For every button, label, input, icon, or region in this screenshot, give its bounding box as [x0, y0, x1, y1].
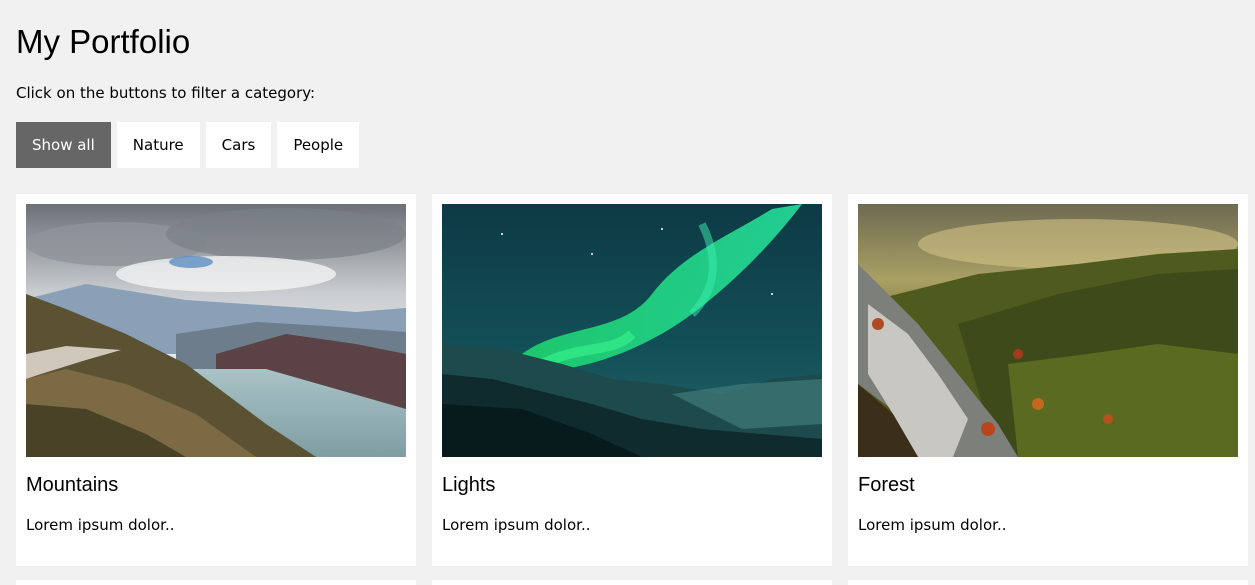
portfolio-page: My Portfolio Click on the buttons to fil… — [0, 0, 1255, 585]
portfolio-grid: Mountains Lorem ipsum dolor.. Lights Lor… — [16, 194, 1248, 566]
northern-lights-image — [442, 204, 822, 457]
card-description: Lorem ipsum dolor.. — [858, 516, 1007, 534]
filter-instructions: Click on the buttons to filter a categor… — [16, 84, 316, 102]
portfolio-card-lights: Lights Lorem ipsum dolor.. — [432, 194, 832, 566]
mountains-image — [26, 204, 406, 457]
portfolio-card-mountains: Mountains Lorem ipsum dolor.. — [16, 194, 416, 566]
portfolio-card-forest: Forest Lorem ipsum dolor.. — [848, 194, 1248, 566]
card-partial — [16, 580, 416, 585]
filter-people-button[interactable]: People — [277, 122, 360, 168]
filter-show-all-button[interactable]: Show all — [16, 122, 111, 168]
filter-button-bar: Show all Nature Cars People — [16, 122, 360, 168]
card-description: Lorem ipsum dolor.. — [26, 516, 175, 534]
card-description: Lorem ipsum dolor.. — [442, 516, 591, 534]
page-title: My Portfolio — [16, 23, 191, 60]
card-partial — [848, 580, 1248, 585]
card-partial — [432, 580, 832, 585]
forest-image — [858, 204, 1238, 457]
filter-nature-button[interactable]: Nature — [116, 122, 200, 168]
card-title: Lights — [442, 474, 496, 496]
card-title: Forest — [858, 474, 915, 496]
next-row-cards — [16, 580, 1248, 585]
card-title: Mountains — [26, 474, 119, 496]
filter-cars-button[interactable]: Cars — [205, 122, 272, 168]
